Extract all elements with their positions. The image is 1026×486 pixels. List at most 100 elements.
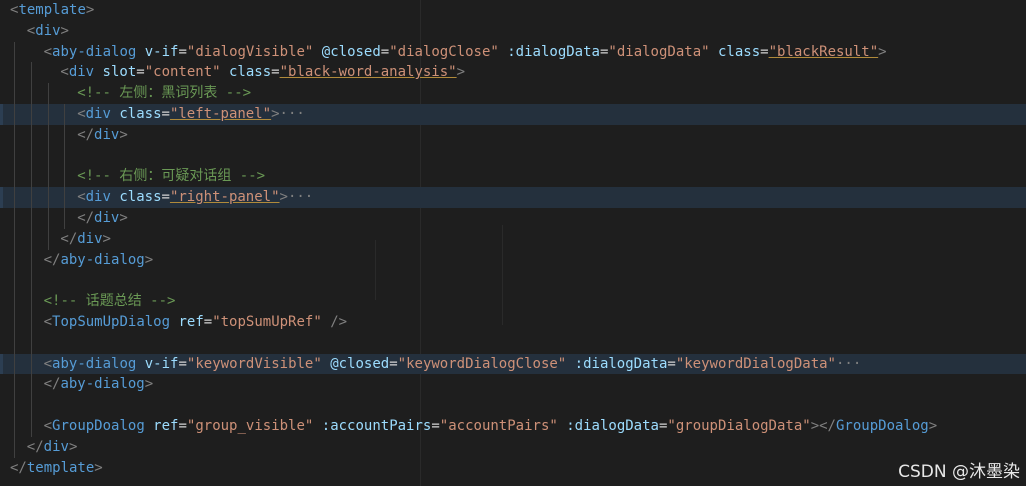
code-token: "dialogClose": [389, 43, 499, 60]
code-line[interactable]: </div>: [0, 229, 1026, 250]
code-line-content: <div class="left-panel">···: [77, 104, 305, 125]
code-line-content: <div slot="content" class="black-word-an…: [60, 62, 465, 83]
code-line-content: <div>: [27, 21, 69, 42]
indent-guide: [47, 83, 49, 250]
watermark: CSDN @沐墨染: [898, 462, 1020, 482]
code-line[interactable]: </div>: [0, 208, 1026, 229]
code-line[interactable]: [0, 146, 1026, 167]
code-token: =: [178, 43, 187, 60]
code-token: <!-- 话题总结 -->: [43, 293, 176, 310]
code-line-content: <!-- 话题总结 -->: [44, 291, 176, 312]
code-line[interactable]: <!-- 话题总结 -->: [0, 291, 1026, 312]
code-line[interactable]: <template>: [0, 0, 1026, 21]
code-token: ref: [170, 314, 204, 330]
code-token: @closed: [313, 43, 381, 60]
fold-ellipsis[interactable]: ···: [836, 356, 861, 372]
code-token: "accountPairs": [439, 418, 558, 434]
code-token: <: [60, 64, 69, 81]
code-token: <: [43, 43, 53, 60]
code-token: div: [68, 64, 95, 81]
fold-ellipsis[interactable]: ···: [280, 106, 305, 122]
code-token: />: [321, 314, 348, 330]
code-token: aby-dialog: [60, 251, 145, 268]
code-token: class: [110, 189, 162, 206]
code-line[interactable]: </template>: [0, 458, 1026, 479]
code-token: div: [85, 189, 111, 206]
code-token: >: [68, 438, 78, 455]
code-token: =: [760, 43, 769, 60]
code-token: "content": [144, 64, 221, 81]
code-token: ></: [810, 418, 836, 434]
code-line[interactable]: <TopSumUpDialog ref="topSumUpRef" />: [0, 312, 1026, 333]
code-token: GroupDoalog: [52, 418, 145, 434]
code-line[interactable]: [0, 333, 1026, 354]
code-line-content: </div>: [77, 208, 128, 229]
code-token: "blackResult": [768, 43, 879, 60]
code-line[interactable]: <aby-dialog v-if="dialogVisible" @closed…: [0, 42, 1026, 63]
code-token: =: [161, 189, 170, 206]
code-line-content: </aby-dialog>: [44, 374, 154, 395]
code-line[interactable]: <GroupDoalog ref="group_visible" :accoun…: [0, 416, 1026, 437]
code-token: "keywordVisible": [186, 355, 322, 372]
indent-guide: [14, 41, 15, 458]
code-token: GroupDoalog: [836, 418, 929, 434]
code-token: div: [43, 438, 69, 455]
code-token: <: [26, 22, 36, 39]
code-line[interactable]: [0, 395, 1026, 416]
code-token: div: [35, 22, 61, 39]
code-token: >: [271, 106, 280, 122]
code-token: "groupDialogData": [667, 418, 811, 434]
code-token: <!-- 右侧：可疑对话组 -->: [77, 168, 266, 185]
code-line[interactable]: </aby-dialog>: [0, 374, 1026, 395]
code-token: "topSumUpRef": [212, 314, 322, 330]
code-token: :dialogData: [557, 418, 659, 434]
code-token: class: [110, 106, 162, 122]
code-token: =: [161, 106, 170, 122]
code-token: "group_visible": [186, 418, 314, 434]
code-line[interactable]: <div>: [0, 21, 1026, 42]
gutter-fold-marker: [0, 187, 3, 208]
code-editor[interactable]: <template> <div> <aby-dialog v-if="dialogV…: [0, 0, 1026, 486]
code-token: >: [85, 2, 95, 18]
code-line[interactable]: <aby-dialog v-if="keywordVisible" @close…: [0, 353, 1026, 375]
code-token: </: [43, 376, 61, 393]
code-line[interactable]: </div>: [0, 437, 1026, 458]
code-line[interactable]: <!-- 左侧：黑词列表 -->: [0, 83, 1026, 104]
code-token: <: [43, 418, 53, 434]
code-token: =: [431, 418, 440, 434]
code-token: <!-- 左侧：黑词列表 -->: [77, 85, 252, 102]
code-token: div: [85, 106, 111, 122]
code-line-content: <template>: [10, 0, 94, 21]
code-line[interactable]: [0, 270, 1026, 291]
code-token: >: [878, 43, 887, 60]
code-token: :dialogData: [498, 43, 600, 60]
code-token: >: [119, 210, 128, 226]
code-token: class: [220, 64, 272, 81]
code-line-content: <aby-dialog v-if="dialogVisible" @closed…: [44, 42, 887, 63]
fold-ellipsis[interactable]: ···: [288, 189, 313, 205]
code-token: "black-word-analysis": [279, 64, 457, 81]
code-token: =: [178, 355, 187, 372]
code-token: >: [279, 189, 288, 206]
gutter-fold-marker: [0, 104, 3, 125]
code-line[interactable]: <div slot="content" class="black-word-an…: [0, 62, 1026, 83]
code-token: aby-dialog: [60, 376, 145, 393]
code-token: =: [380, 43, 390, 60]
code-line[interactable]: </aby-dialog>: [0, 250, 1026, 271]
code-token: "dialogData": [608, 43, 710, 60]
code-line-content: </template>: [10, 458, 103, 479]
code-line[interactable]: <div class="left-panel">···: [0, 104, 1026, 125]
code-line[interactable]: <!-- 右侧：可疑对话组 -->: [0, 166, 1026, 187]
code-line-content: <!-- 右侧：可疑对话组 -->: [77, 166, 265, 187]
code-token: div: [94, 126, 120, 143]
code-line-content: <div class="right-panel">···: [77, 187, 313, 208]
code-line[interactable]: </div>: [0, 125, 1026, 146]
code-token: template: [26, 459, 95, 476]
code-line[interactable]: <div class="right-panel">···: [0, 187, 1026, 208]
code-token: @closed: [321, 355, 390, 372]
code-token: v-if: [136, 43, 179, 60]
code-token: </: [60, 230, 78, 247]
code-token: >: [928, 418, 938, 434]
gutter-fold-marker: [0, 353, 3, 375]
code-token: <: [43, 355, 53, 372]
